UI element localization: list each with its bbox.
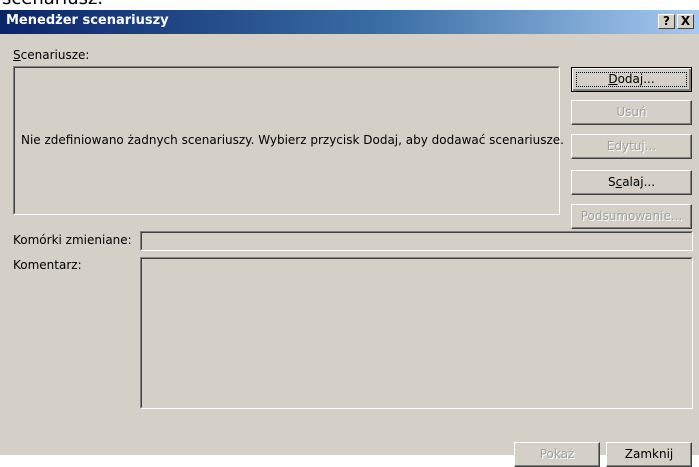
delete-button[interactable]: Usuń <box>571 100 692 125</box>
changing-cells-field[interactable] <box>140 231 693 251</box>
help-button[interactable]: ? <box>658 14 675 29</box>
comment-field[interactable] <box>140 257 693 409</box>
close-icon: X <box>680 14 691 28</box>
summary-button[interactable]: Podsumowanie... <box>571 204 692 229</box>
window-title: Menedżer scenariuszy <box>6 13 169 28</box>
add-button[interactable]: Dodaj... <box>571 67 692 92</box>
merge-button[interactable]: Scalaj... <box>571 170 692 195</box>
help-icon: ? <box>663 14 670 28</box>
background-text: scenariusz. <box>2 0 103 9</box>
scenario-manager-dialog: Menedżer scenariuszy ? X Scenariusze: Ni… <box>0 10 699 455</box>
scenarios-list[interactable]: Nie zdefiniowano żadnych scenariuszy. Wy… <box>13 66 564 215</box>
title-bar[interactable]: Menedżer scenariuszy ? X <box>0 10 699 34</box>
scenarios-label: Scenariusze: <box>13 48 90 62</box>
close-window-button[interactable]: X <box>677 14 694 29</box>
empty-scenarios-message: Nie zdefiniowano żadnych scenariuszy. Wy… <box>21 133 564 147</box>
background-document: scenariusz. <box>0 0 699 10</box>
edit-button[interactable]: Edytuj... <box>571 134 692 159</box>
changing-cells-label: Komórki zmieniane: <box>13 233 132 247</box>
comment-label: Komentarz: <box>13 258 82 272</box>
